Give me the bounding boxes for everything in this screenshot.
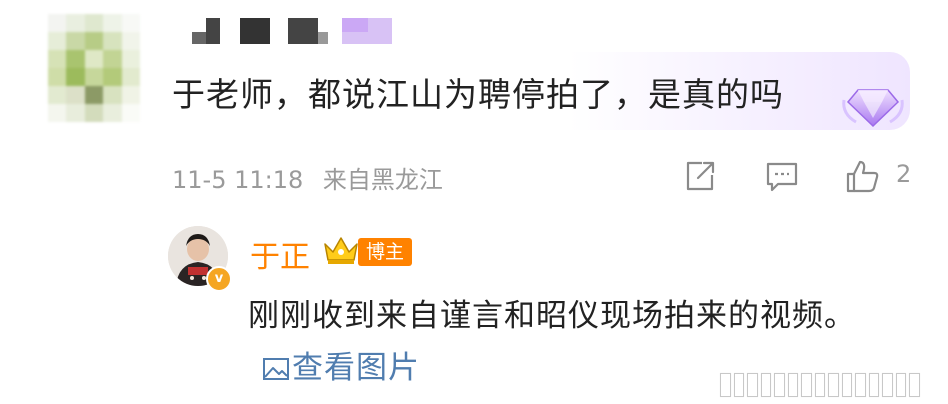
- commenter-avatar[interactable]: [48, 14, 140, 122]
- comment-text: 于老师，都说江山为聘停拍了，是真的吗: [172, 75, 784, 114]
- comment-thread: 于老师，都说江山为聘停拍了，是真的吗 11-5 11:18 来自黑龙江 2 v …: [0, 0, 948, 404]
- reply-body: 刚刚收到来自谨言和昭仪现场拍来的视频。: [248, 298, 856, 334]
- comment-location: 来自黑龙江: [322, 166, 443, 194]
- view-image-label: 查看图片: [292, 350, 420, 386]
- author-tag: 博主: [358, 238, 413, 266]
- comment-date: 11-5 11:18: [172, 166, 304, 194]
- vip-diamond-icon: [842, 89, 904, 128]
- comment-meta: 11-5 11:18 来自黑龙江: [172, 160, 443, 195]
- like-icon[interactable]: [842, 156, 882, 196]
- reply-author-name[interactable]: 于正: [250, 232, 310, 276]
- watermark: [720, 372, 920, 398]
- commenter-name[interactable]: [192, 14, 392, 48]
- share-icon[interactable]: [680, 156, 720, 196]
- image-icon: [263, 358, 289, 380]
- verified-badge: v: [206, 266, 232, 292]
- view-image-link[interactable]: 查看图片: [262, 350, 420, 386]
- crown-icon: [324, 237, 358, 264]
- comment-icon[interactable]: [762, 156, 802, 196]
- like-count: 2: [896, 160, 912, 188]
